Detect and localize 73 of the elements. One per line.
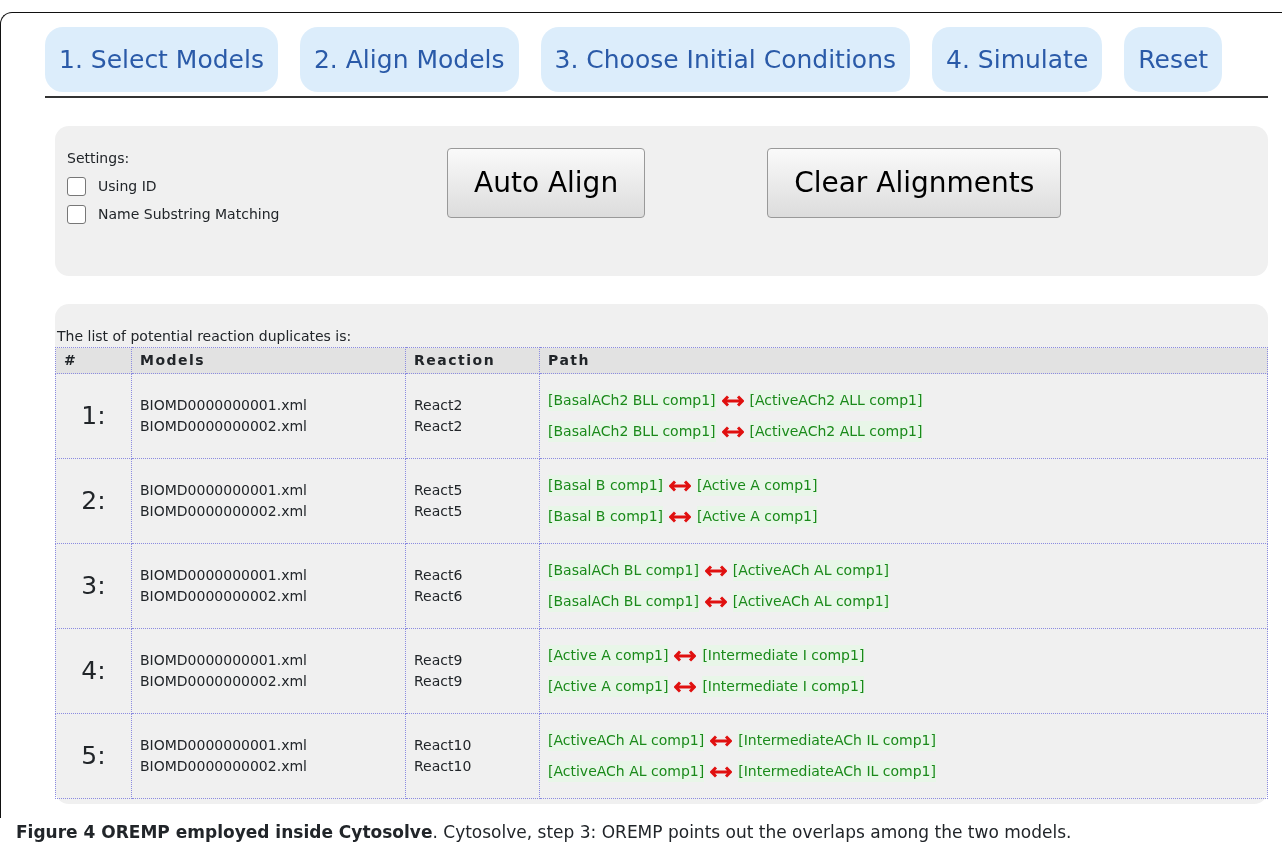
species-label: [Intermediate I comp1]	[702, 645, 865, 666]
checkbox-label: Using ID	[98, 177, 157, 196]
reaction-name: React9	[414, 651, 464, 670]
species-label: [Active A comp1]	[548, 676, 669, 697]
species-label: [ActiveACh2 ALL comp1]	[749, 421, 923, 442]
double-arrow-icon	[669, 510, 692, 523]
intro-text: The list of potential reaction duplicates is:	[56, 327, 353, 346]
species-label: [BasalACh2 BLL comp1]	[548, 390, 716, 411]
double-arrow-icon	[704, 595, 727, 608]
model-file: BIOMD0000000001.xml	[140, 651, 308, 670]
column-header: Path	[539, 347, 1268, 374]
reaction-name: React2	[414, 417, 464, 436]
step-tab[interactable]: 3. Choose Initial Conditions	[540, 27, 910, 92]
model-file: BIOMD0000000002.xml	[140, 672, 308, 691]
model-file: BIOMD0000000002.xml	[140, 502, 308, 521]
double-arrow-icon	[721, 394, 744, 407]
reaction-name: React5	[414, 502, 464, 521]
step-tab[interactable]: 4. Simulate	[932, 27, 1103, 92]
model-file: BIOMD0000000002.xml	[140, 587, 308, 606]
reaction-name: React6	[414, 566, 464, 585]
reaction-name: React10	[414, 736, 473, 755]
row-number: 1:	[55, 373, 132, 459]
column-header: Models	[131, 347, 406, 374]
row-number: 2:	[55, 458, 132, 544]
model-file: BIOMD0000000001.xml	[140, 566, 308, 585]
checkbox-label: Name Substring Matching	[98, 205, 280, 224]
model-file: BIOMD0000000002.xml	[140, 757, 308, 776]
model-file: BIOMD0000000002.xml	[140, 417, 308, 436]
double-arrow-icon	[721, 425, 744, 438]
double-arrow-icon	[674, 680, 697, 693]
species-label: [Active A comp1]	[548, 645, 669, 666]
double-arrow-icon	[710, 734, 733, 747]
species-label: [Basal B comp1]	[548, 506, 664, 527]
species-label: [Basal B comp1]	[548, 475, 664, 496]
checkbox[interactable]	[67, 205, 86, 224]
species-label: [Active A comp1]	[697, 506, 818, 527]
checkbox[interactable]	[67, 177, 86, 196]
reaction-name: React10	[414, 757, 473, 776]
double-arrow-icon	[704, 564, 727, 577]
auto-align-button[interactable]: Auto Align	[447, 148, 646, 218]
model-file: BIOMD0000000001.xml	[140, 481, 308, 500]
reaction-name: React2	[414, 396, 464, 415]
species-label: [BasalACh BL comp1]	[548, 591, 699, 612]
species-label: [ActiveACh2 ALL comp1]	[749, 390, 923, 411]
species-label: [IntermediateACh IL comp1]	[738, 761, 936, 782]
double-arrow-icon	[710, 765, 733, 778]
column-header: #	[55, 347, 132, 374]
figure-caption: Figure 4 OREMP employed inside Cytosolve. Cytosolve, step 3: OREMP points out the overlaps among the two models.	[15, 821, 1073, 844]
species-label: [Intermediate I comp1]	[702, 676, 865, 697]
row-number: 5:	[55, 713, 132, 799]
species-label: [IntermediateACh IL comp1]	[738, 730, 936, 751]
column-header: Reaction	[405, 347, 540, 374]
species-label: [Active A comp1]	[697, 475, 818, 496]
species-label: [ActiveACh AL comp1]	[548, 730, 705, 751]
species-label: [ActiveACh AL comp1]	[732, 591, 890, 612]
row-number: 3:	[55, 543, 132, 629]
species-label: [ActiveACh AL comp1]	[548, 761, 705, 782]
step-tab[interactable]: 1. Select Models	[45, 27, 278, 92]
reaction-name: React6	[414, 587, 464, 606]
clear-alignments-button[interactable]: Clear Alignments	[767, 148, 1062, 218]
reaction-name: React9	[414, 672, 464, 691]
reaction-name: React5	[414, 481, 464, 500]
double-arrow-icon	[669, 479, 692, 492]
species-label: [ActiveACh AL comp1]	[732, 560, 890, 581]
step-tab[interactable]: 2. Align Models	[299, 27, 519, 92]
step-tab[interactable]: Reset	[1124, 27, 1223, 92]
model-file: BIOMD0000000001.xml	[140, 396, 308, 415]
row-number: 4:	[55, 628, 132, 714]
settings-label: Settings:	[67, 149, 131, 168]
double-arrow-icon	[674, 649, 697, 662]
model-file: BIOMD0000000001.xml	[140, 736, 308, 755]
species-label: [BasalACh2 BLL comp1]	[548, 421, 716, 442]
species-label: [BasalACh BL comp1]	[548, 560, 699, 581]
